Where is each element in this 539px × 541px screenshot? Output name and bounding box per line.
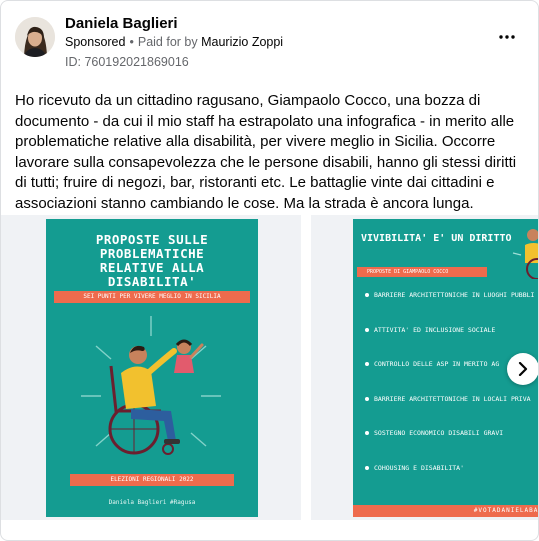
wheelchair-illustration	[81, 316, 221, 455]
carousel-slide-2[interactable]: VIVIBILITA' E' UN DIRITTO PROPOSTE DI GI…	[311, 215, 538, 520]
carousel-next-button[interactable]	[507, 353, 538, 385]
list-item: ATTIVITA' ED INCLUSIONE SOCIALE	[365, 326, 538, 361]
bullet-icon	[365, 293, 369, 297]
chevron-right-icon	[518, 362, 528, 376]
image-carousel: PROPOSTE SULLE PROBLEMATICHE RELATIVE AL…	[1, 215, 538, 525]
author-avatar[interactable]	[15, 17, 55, 57]
payer-name[interactable]: Maurizio Zoppi	[201, 35, 283, 49]
poster-election-band: ELEZIONI REGIONALI 2022	[70, 474, 234, 486]
meta-separator: •	[129, 35, 134, 49]
list-item: SOSTEGNO ECONOMICO DISABILI GRAVI	[365, 429, 538, 464]
list-item-label: BARRIERE ARCHITETTONICHE IN LOCALI PRIVA	[374, 394, 531, 403]
wheelchair-illustration-partial	[512, 229, 538, 279]
poster-author-band: PROPOSTE DI GIAMPAOLO COCCO	[357, 267, 487, 277]
bullet-icon	[365, 327, 369, 332]
more-horizontal-icon	[499, 35, 515, 39]
list-item: BARRIERE ARCHITETTONICHE IN LOCALI PRIVA	[365, 395, 538, 430]
list-item-label: BARRIERE ARCHITETTONICHE IN LUOGHI PUBBL…	[374, 291, 535, 299]
list-item-label: SOSTEGNO ECONOMICO DISABILI GRAVI	[374, 429, 504, 437]
poster-subtitle-band: SEI PUNTI PER VIVERE MEGLIO IN SICILIA	[54, 291, 250, 303]
ad-meta: Sponsored • Paid for by Maurizio Zoppi	[65, 35, 283, 49]
post-text: Ho ricevuto da un cittadino ragusano, Gi…	[15, 92, 517, 212]
poster-title: PROPOSTE SULLE PROBLEMATICHE RELATIVE AL…	[95, 232, 209, 289]
poster-hashtag-band: #VOTADANIELABAG	[353, 505, 538, 517]
list-item-label: COHOUSING E DISABILITA'	[374, 463, 465, 472]
sponsored-post-card: Daniela Baglieri Sponsored • Paid for by M…	[0, 0, 539, 541]
list-item-label: ATTIVITA' ED INCLUSIONE SOCIALE	[374, 325, 496, 334]
poster-title: VIVIBILITA' E' UN DIRITTO	[361, 233, 512, 244]
carousel-slide-1[interactable]: PROPOSTE SULLE PROBLEMATICHE RELATIVE AL…	[1, 215, 301, 520]
ad-id: ID: 760192021869016	[65, 55, 189, 69]
author-name[interactable]: Daniela Baglieri	[65, 15, 178, 32]
poster-footer: Daniela Baglieri #Ragusa	[108, 499, 196, 506]
list-item-label: CONTROLLO DELLE ASP IN MERITO AG	[374, 360, 500, 368]
proposals-list: BARRIERE ARCHITETTONICHE IN LUOGHI PUBBL…	[365, 291, 538, 498]
bullet-icon	[365, 396, 369, 401]
bullet-icon	[365, 362, 369, 366]
list-item: BARRIERE ARCHITETTONICHE IN LUOGHI PUBBL…	[365, 291, 538, 326]
bullet-icon	[365, 431, 369, 435]
bullet-icon	[365, 465, 369, 470]
list-item: COHOUSING E DISABILITA'	[365, 464, 538, 499]
poster-proposte: PROPOSTE SULLE PROBLEMATICHE RELATIVE AL…	[46, 219, 258, 517]
sponsored-label[interactable]: Sponsored	[65, 35, 125, 49]
more-options-button[interactable]	[495, 29, 519, 53]
paid-for-label: Paid for by	[137, 35, 198, 49]
